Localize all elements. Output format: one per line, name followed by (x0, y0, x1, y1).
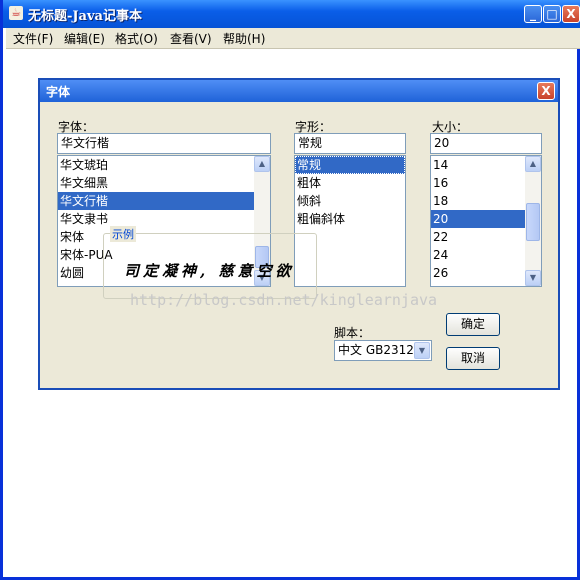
dialog-close-button[interactable]: X (537, 82, 555, 100)
scroll-thumb[interactable] (526, 203, 540, 241)
minimize-button[interactable]: _ (524, 5, 542, 23)
menu-bar: 文件(F) 编辑(E) 格式(O) 查看(V) 帮助(H) (6, 28, 580, 49)
menu-file[interactable]: 文件(F) (13, 30, 53, 47)
scroll-up-arrow-icon[interactable]: ▲ (525, 156, 541, 172)
menu-edit[interactable]: 编辑(E) (64, 30, 105, 47)
dialog-titlebar[interactable]: 字体 X (40, 80, 558, 102)
script-select[interactable]: 中文 GB2312 ▼ (334, 340, 432, 361)
list-item[interactable]: 华文琥珀 (58, 156, 270, 174)
window-title: 无标题-Java记事本 (28, 9, 142, 24)
list-item[interactable]: 粗体 (295, 174, 405, 192)
sample-legend: 示例 (110, 226, 136, 242)
sample-group: 示例 司定凝神, 慈意空欲 (103, 226, 317, 299)
maximize-button[interactable]: □ (543, 5, 561, 23)
java-cup-icon: ☕ (9, 6, 23, 20)
cancel-button[interactable]: 取消 (446, 347, 500, 370)
window-titlebar[interactable]: ☕ 无标题-Java记事本 _ □ X (3, 0, 580, 28)
script-label: 脚本： (334, 326, 371, 340)
size-list[interactable]: 14 16 18 20 22 24 26 ▲ ▼ (430, 155, 542, 287)
list-item[interactable]: 倾斜 (295, 192, 405, 210)
watermark-text: http://blog.csdn.net/kinglearnjava (130, 291, 438, 309)
list-item[interactable]: 华文行楷 (58, 192, 270, 210)
sample-text: 司定凝神, 慈意空欲 (124, 262, 295, 280)
close-button[interactable]: X (562, 5, 580, 23)
chevron-down-icon[interactable]: ▼ (414, 342, 430, 359)
scroll-up-arrow-icon[interactable]: ▲ (254, 156, 270, 172)
size-field[interactable]: 20 (430, 133, 542, 154)
script-select-value: 中文 GB2312 (338, 343, 414, 357)
menu-help[interactable]: 帮助(H) (223, 30, 265, 47)
list-item[interactable]: 华文细黑 (58, 174, 270, 192)
font-dialog: 字体 X 字体： 华文行楷 华文琥珀 华文细黑 华文行楷 华文隶书 宋体 宋体-PUA 幼圆… (38, 78, 560, 390)
size-list-scrollbar[interactable]: ▲ ▼ (525, 156, 541, 286)
list-item[interactable]: 华文隶书 (58, 210, 270, 228)
ok-button[interactable]: 确定 (446, 313, 500, 336)
menu-format[interactable]: 格式(O) (115, 30, 158, 47)
dialog-title: 字体 (46, 85, 71, 99)
scroll-down-arrow-icon[interactable]: ▼ (525, 270, 541, 286)
font-name-field[interactable]: 华文行楷 (57, 133, 271, 154)
list-item[interactable]: 粗偏斜体 (295, 210, 405, 228)
menu-view[interactable]: 查看(V) (170, 30, 212, 47)
list-item[interactable]: 常规 (295, 156, 405, 174)
style-field[interactable]: 常规 (294, 133, 406, 154)
